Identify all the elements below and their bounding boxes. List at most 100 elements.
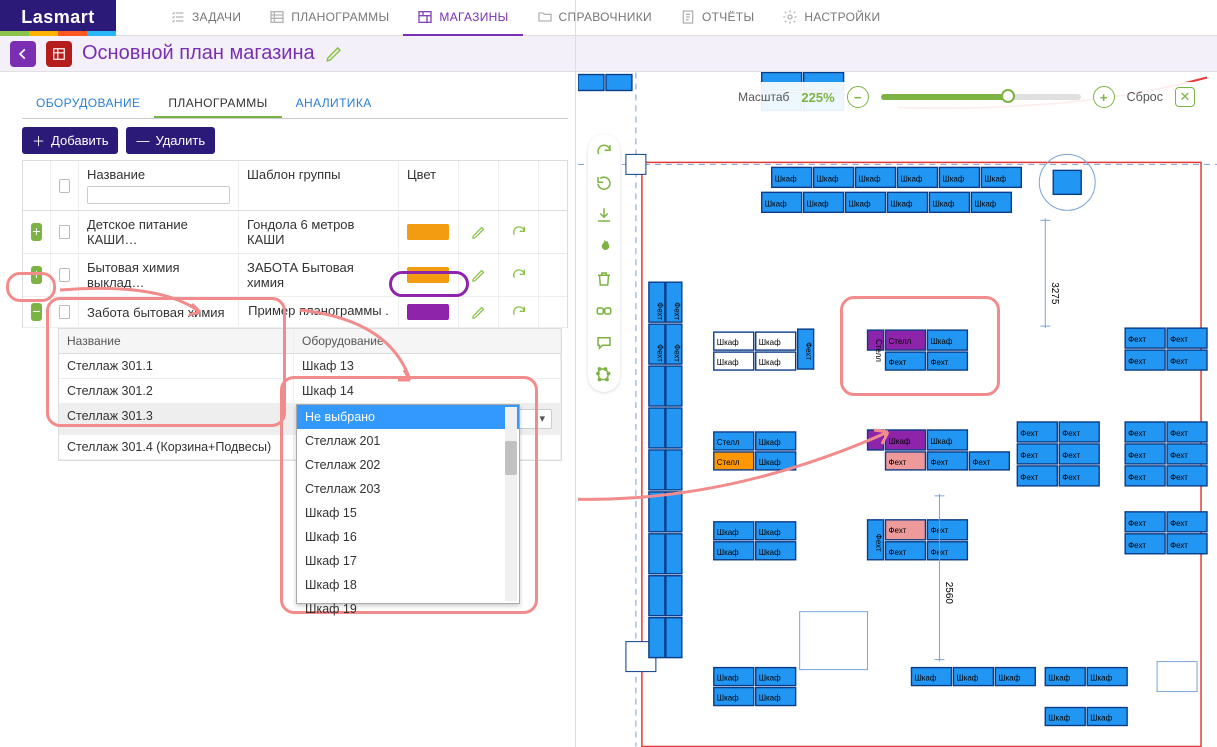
- dropdown-scrollbar[interactable]: [505, 407, 517, 601]
- tab-equipment[interactable]: ОБОРУДОВАНИЕ: [22, 88, 154, 118]
- svg-text:Шкаф: Шкаф: [984, 174, 1006, 183]
- svg-text:Фехт: Фехт: [1020, 451, 1038, 460]
- svg-text:Фехт: Фехт: [804, 342, 813, 360]
- cell-name: Бытовая химия выклад…: [79, 254, 239, 296]
- planogram-icon: [269, 9, 285, 25]
- delete-button[interactable]: —Удалить: [126, 127, 215, 154]
- cell-template: ЗАБОТА Бытовая химия: [239, 254, 399, 296]
- svg-text:Шкаф: Шкаф: [932, 199, 954, 208]
- plan-button[interactable]: [46, 41, 72, 67]
- dropdown-item[interactable]: Шкаф 18: [297, 573, 519, 597]
- svg-text:Фехт: Фехт: [972, 458, 990, 467]
- grid-row[interactable]: + Детское питание КАШИ… Гондола 6 метров…: [23, 211, 567, 254]
- zoom-reset-link[interactable]: Сброс: [1127, 90, 1163, 104]
- svg-text:Шкаф: Шкаф: [759, 548, 781, 557]
- nav-tasks[interactable]: ЗАДАЧИ: [156, 0, 255, 36]
- floor-plan-panel[interactable]: Шкаф Шкаф Шкаф Шкаф Шкаф Шкаф Шкаф Шкаф …: [578, 72, 1217, 747]
- refresh-tool[interactable]: [595, 142, 613, 160]
- edit-row-button[interactable]: [471, 225, 486, 240]
- dropdown-item[interactable]: Не выбрано: [297, 405, 519, 429]
- gear-icon: [782, 9, 798, 25]
- cell-name: Забота бытовая химия: [79, 297, 239, 327]
- refresh-row-button[interactable]: [511, 224, 527, 240]
- svg-text:Шкаф: Шкаф: [775, 174, 797, 183]
- refresh-row-button[interactable]: [511, 267, 527, 283]
- nav-dictionaries[interactable]: СПРАВОЧНИКИ: [523, 0, 666, 36]
- dropdown-item[interactable]: Стеллаж 202: [297, 453, 519, 477]
- svg-text:Фехт: Фехт: [655, 344, 664, 362]
- svg-text:Шкаф: Шкаф: [1048, 674, 1070, 683]
- svg-text:Шкаф: Шкаф: [765, 199, 787, 208]
- grid-row[interactable]: + Бытовая химия выклад… ЗАБОТА Бытовая х…: [23, 254, 567, 297]
- nav-stores[interactable]: МАГАЗИНЫ: [403, 0, 522, 36]
- svg-text:Шкаф: Шкаф: [930, 337, 952, 346]
- dropdown-item[interactable]: Шкаф 17: [297, 549, 519, 573]
- svg-text:Шкаф: Шкаф: [956, 674, 978, 683]
- svg-text:Фехт: Фехт: [874, 534, 883, 552]
- nav-reports[interactable]: ОТЧЁТЫ: [666, 0, 768, 36]
- select-all-checkbox[interactable]: [59, 179, 70, 193]
- svg-text:Шкаф: Шкаф: [930, 437, 952, 446]
- tab-planograms[interactable]: ПЛАНОГРАММЫ: [154, 88, 281, 118]
- svg-text:Фехт: Фехт: [1128, 541, 1146, 550]
- svg-text:Фехт: Фехт: [1170, 473, 1188, 482]
- report-icon: [680, 9, 696, 25]
- comment-tool[interactable]: [595, 334, 613, 352]
- svg-text:Фехт: Фехт: [1128, 335, 1146, 344]
- store-icon: [417, 9, 433, 25]
- dropdown-item[interactable]: Шкаф 16: [297, 525, 519, 549]
- nav-planograms[interactable]: ПЛАНОГРАММЫ: [255, 0, 403, 36]
- floor-plan[interactable]: Шкаф Шкаф Шкаф Шкаф Шкаф Шкаф Шкаф Шкаф …: [578, 72, 1217, 747]
- expand-button[interactable]: +: [31, 266, 42, 284]
- refresh-row-button[interactable]: [511, 304, 527, 320]
- row-checkbox[interactable]: [59, 268, 70, 282]
- edit-row-button[interactable]: [471, 268, 486, 283]
- back-button[interactable]: [10, 41, 36, 67]
- svg-text:Шкаф: Шкаф: [717, 694, 739, 703]
- svg-text:3275: 3275: [1049, 282, 1060, 305]
- equip-dropdown[interactable]: Не выбрано Стеллаж 201 Стеллаж 202 Стелл…: [296, 404, 520, 604]
- svg-text:Фехт: Фехт: [1128, 357, 1146, 366]
- list-check-icon: [170, 9, 186, 25]
- restore-tool[interactable]: [595, 174, 613, 192]
- dropdown-item[interactable]: Шкаф 19: [297, 597, 519, 621]
- svg-text:Фехт: Фехт: [1020, 429, 1038, 438]
- zoom-reset-button[interactable]: ✕: [1175, 87, 1195, 107]
- row-checkbox[interactable]: [59, 225, 70, 239]
- dropdown-item[interactable]: Стеллаж 201: [297, 429, 519, 453]
- title-bar: Основной план магазина: [0, 36, 1217, 72]
- download-tool[interactable]: [595, 206, 613, 224]
- edit-title-button[interactable]: [325, 45, 343, 63]
- svg-text:Шкаф: Шкаф: [717, 528, 739, 537]
- sub-row[interactable]: Стеллаж 301.2Шкаф 14: [59, 379, 561, 404]
- svg-text:Фехт: Фехт: [930, 358, 948, 367]
- cell-name: Детское питание КАШИ…: [79, 211, 239, 253]
- color-swatch: [407, 224, 449, 240]
- link-tool[interactable]: [595, 302, 613, 320]
- zoom-value: 225%: [801, 90, 834, 105]
- delete-tool[interactable]: [595, 270, 613, 288]
- svg-text:Стелл: Стелл: [717, 458, 740, 467]
- svg-text:Фехт: Фехт: [1170, 429, 1188, 438]
- zoom-slider[interactable]: [881, 94, 1081, 100]
- svg-text:Шкаф: Шкаф: [914, 674, 936, 683]
- nav-settings[interactable]: НАСТРОЙКИ: [768, 0, 894, 36]
- add-button[interactable]: ＋Добавить: [22, 127, 118, 154]
- top-nav: Lasmart ЗАДАЧИ ПЛАНОГРАММЫ МАГАЗИНЫ СПРА…: [0, 0, 1217, 36]
- dropdown-item[interactable]: Шкаф 15: [297, 501, 519, 525]
- tab-analytics[interactable]: АНАЛИТИКА: [282, 88, 386, 118]
- row-checkbox[interactable]: [59, 305, 70, 319]
- grid-row[interactable]: − Забота бытовая химия Пример планограмм…: [23, 297, 567, 328]
- zoom-label: Масштаб: [738, 90, 789, 104]
- filter-name-input[interactable]: [87, 186, 230, 204]
- zoom-in-button[interactable]: +: [1093, 86, 1115, 108]
- sub-row[interactable]: Стеллаж 301.1Шкаф 13: [59, 354, 561, 379]
- expand-button[interactable]: +: [31, 223, 42, 241]
- zoom-out-button[interactable]: −: [847, 86, 869, 108]
- polygon-tool[interactable]: [595, 366, 613, 384]
- sub-col-equip: Оборудование: [294, 329, 561, 353]
- collapse-button[interactable]: −: [31, 303, 42, 321]
- edit-row-button[interactable]: [471, 305, 486, 320]
- dropdown-item[interactable]: Стеллаж 203: [297, 477, 519, 501]
- heat-tool[interactable]: [595, 238, 613, 256]
